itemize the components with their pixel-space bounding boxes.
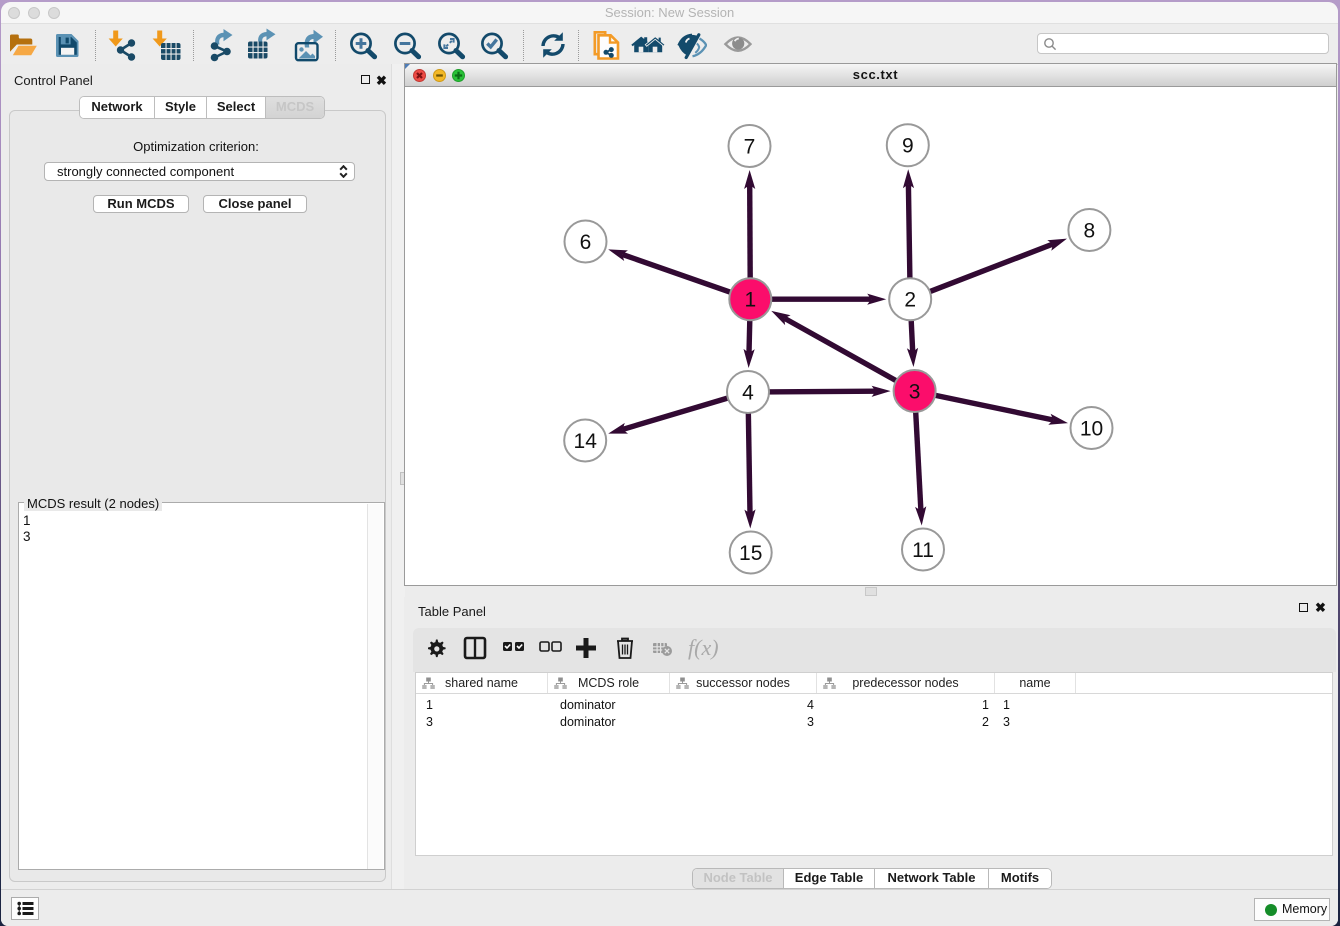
svg-text:7: 7 bbox=[744, 136, 756, 159]
svg-text:8: 8 bbox=[1084, 220, 1096, 243]
svg-text:2: 2 bbox=[904, 289, 916, 312]
svg-text:4: 4 bbox=[742, 382, 754, 405]
svg-text:6: 6 bbox=[580, 231, 592, 254]
svg-text:1: 1 bbox=[744, 289, 756, 312]
svg-text:15: 15 bbox=[739, 542, 762, 565]
svg-text:9: 9 bbox=[902, 135, 914, 158]
svg-text:3: 3 bbox=[909, 381, 921, 404]
svg-text:11: 11 bbox=[912, 539, 934, 562]
svg-text:f(x): f(x) bbox=[688, 635, 719, 660]
svg-text:10: 10 bbox=[1080, 418, 1103, 441]
svg-text:14: 14 bbox=[574, 430, 598, 453]
